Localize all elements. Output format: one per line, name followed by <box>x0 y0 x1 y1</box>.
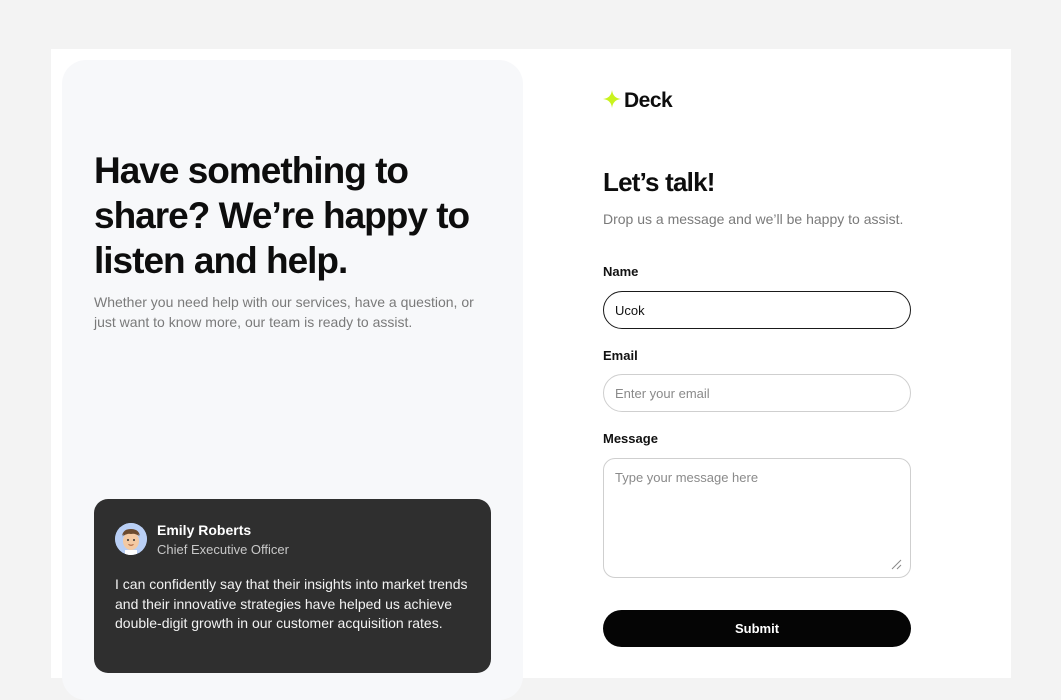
hero-title: Have something to share? We’re happy to … <box>94 148 494 283</box>
avatar-icon <box>115 523 147 555</box>
testimonial-role: Chief Executive Officer <box>157 542 289 557</box>
hero-title-line: Have something to <box>94 150 409 191</box>
email-input[interactable] <box>603 374 911 412</box>
testimonial-quote: I can confidently say that their insight… <box>115 576 468 631</box>
brand-name: Deck <box>624 89 673 112</box>
hero-subtitle: Whether you need help with our services,… <box>94 294 474 330</box>
resize-handle-icon[interactable] <box>890 557 902 570</box>
hero-title-line: listen and help. <box>94 240 348 281</box>
info-panel: Have something to share? We’re happy to … <box>62 60 523 700</box>
name-label: Name <box>603 264 639 279</box>
sparkle-icon <box>603 89 621 113</box>
form-title: Let’s talk! <box>603 167 715 197</box>
submit-button[interactable]: Submit <box>603 610 911 647</box>
testimonial-name: Emily Roberts <box>157 522 252 538</box>
email-label: Email <box>603 348 638 363</box>
name-input[interactable] <box>603 291 911 329</box>
form-subtitle: Drop us a message and we’ll be happy to … <box>603 211 904 227</box>
brand-logo[interactable]: Deck <box>603 89 673 113</box>
contact-card: Have something to share? We’re happy to … <box>51 49 1011 700</box>
testimonial-card: Emily Roberts Chief Executive Officer I … <box>94 499 491 673</box>
message-label: Message <box>603 431 658 446</box>
hero-title-line: share? We’re happy to <box>94 195 470 236</box>
message-textarea[interactable] <box>603 458 911 578</box>
